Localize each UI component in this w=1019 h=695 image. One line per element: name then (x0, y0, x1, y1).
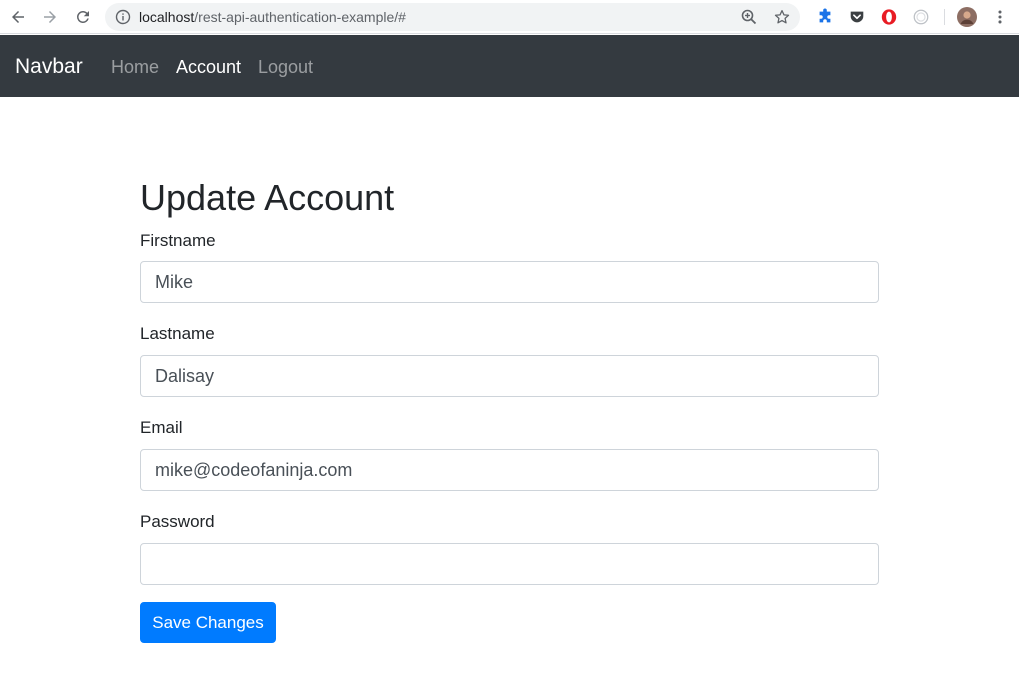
firstname-input[interactable] (140, 261, 879, 303)
back-arrow-icon[interactable] (6, 5, 30, 29)
browser-toolbar: localhost/rest-api-authentication-exampl… (0, 0, 1019, 34)
more-vert-icon[interactable] (990, 7, 1010, 27)
reload-icon[interactable] (71, 5, 95, 29)
lastname-input[interactable] (140, 355, 879, 397)
opera-extension-icon[interactable] (879, 7, 899, 27)
nav-link-home[interactable]: Home (111, 56, 159, 78)
info-icon[interactable] (115, 9, 131, 25)
url-host: localhost (139, 9, 195, 25)
app-navbar: Navbar Home Account Logout (0, 35, 1019, 97)
pocket-extension-icon[interactable] (847, 7, 867, 27)
star-icon[interactable] (773, 8, 791, 26)
nav-link-logout[interactable]: Logout (258, 56, 313, 78)
save-changes-button[interactable]: Save Changes (140, 602, 276, 643)
url-path: /rest-api-authentication-example/# (194, 9, 406, 25)
url-text[interactable]: localhost/rest-api-authentication-exampl… (139, 9, 406, 25)
email-input[interactable] (140, 449, 879, 491)
toolbar-divider (944, 9, 945, 25)
nav-link-account[interactable]: Account (176, 56, 241, 78)
puzzle-extension-icon[interactable] (815, 7, 835, 27)
page-title: Update Account (140, 177, 395, 218)
password-input[interactable] (140, 543, 879, 585)
circle-extension-icon[interactable] (911, 7, 931, 27)
firstname-label: Firstname (140, 231, 216, 250)
navbar-brand[interactable]: Navbar (15, 54, 83, 80)
forward-arrow-icon[interactable] (38, 5, 62, 29)
address-bar[interactable]: localhost/rest-api-authentication-exampl… (105, 3, 800, 31)
email-label: Email (140, 418, 183, 437)
zoom-icon[interactable] (740, 8, 758, 26)
lastname-label: Lastname (140, 324, 215, 343)
password-label: Password (140, 512, 215, 531)
profile-avatar[interactable] (957, 7, 977, 27)
